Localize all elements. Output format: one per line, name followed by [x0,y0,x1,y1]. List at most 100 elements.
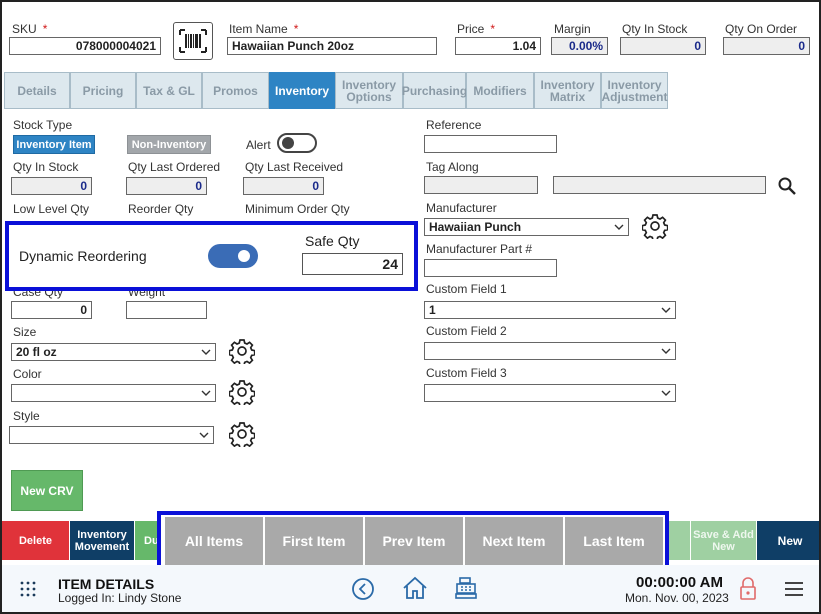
manufacturer-part-input[interactable] [424,259,557,277]
clock-time: 00:00:00 AM [636,574,723,591]
barcode-icon [179,29,207,53]
case-qty-input[interactable]: 0 [11,301,92,319]
size-label: Size [13,325,37,339]
custom-field-3-select[interactable] [424,384,676,402]
alert-toggle[interactable] [277,133,317,153]
tab-inventory[interactable]: Inventory [269,72,335,109]
sku-label: SKU * [12,22,48,36]
manufacturer-label: Manufacturer [426,201,497,215]
non-inventory-button[interactable]: Non-Inventory [127,135,211,154]
sku-input[interactable]: 078000004021 [9,37,161,55]
hamburger-menu-icon[interactable] [784,580,804,598]
low-level-qty-label: Low Level Qty [13,202,90,216]
first-item-button[interactable]: First Item [265,517,363,565]
next-item-button[interactable]: Next Item [465,517,563,565]
inventory-item-button[interactable]: Inventory Item [13,135,95,154]
safe-qty-input[interactable]: 24 [302,253,403,275]
barcode-scan-button[interactable] [173,22,213,60]
chevron-down-icon [661,390,671,396]
save-add-new-button[interactable]: Save & Add New [691,521,756,560]
tab-inventory-adjustment[interactable]: Inventory Adjustment [601,72,668,109]
dynamic-reordering-label: Dynamic Reordering [19,248,147,264]
reference-label: Reference [426,118,482,132]
qty-in-stock-value: 0 [11,177,92,195]
tab-purchasing[interactable]: Purchasing [402,72,467,109]
price-label: Price * [457,22,496,36]
dynamic-reordering-toggle[interactable] [208,244,258,268]
tab-pricing[interactable]: Pricing [70,72,136,109]
new-crv-button[interactable]: New CRV [11,470,83,511]
item-details-page: SKU * 078000004021 Item Name * Hawaiian Pu… [0,0,821,614]
price-input[interactable]: 1.04 [455,37,541,55]
manufacturer-settings-gear-icon[interactable] [642,213,668,239]
tab-modifiers[interactable]: Modifiers [466,72,534,109]
back-circle-icon[interactable] [351,577,375,601]
dynamic-reordering-toggle-knob [238,250,250,262]
reorder-qty-label: Reorder Qty [128,202,194,216]
prev-item-button[interactable]: Prev Item [365,517,463,565]
footer-title: ITEM DETAILS [58,576,155,592]
stock-type-label: Stock Type [13,118,73,132]
custom-field-2-select[interactable] [424,342,676,360]
home-icon[interactable] [402,576,428,600]
manufacturer-value: Hawaiian Punch [429,220,522,234]
tab-inventory-options[interactable]: Inventory Options [335,72,403,109]
qty-on-order-value: 0 [723,37,810,55]
tab-inventory-matrix[interactable]: Inventory Matrix [534,72,601,109]
logged-in-text: Logged In: Lindy Stone [58,591,182,605]
qty-last-ordered-value: 0 [126,177,207,195]
footer-bar: ITEM DETAILS Logged In: Lindy Stone 00:0… [2,565,819,612]
style-select[interactable] [9,426,214,444]
reference-input[interactable] [424,135,557,153]
tag-along-description-input[interactable] [553,176,766,194]
custom-field-1-select[interactable]: 1 [424,301,676,319]
custom-field-3-label: Custom Field 3 [426,366,507,380]
qty-last-received-value: 0 [243,177,324,195]
custom-field-2-label: Custom Field 2 [426,324,507,338]
size-value: 20 fl oz [16,345,57,359]
chevron-down-icon [614,224,624,230]
manufacturer-part-label: Manufacturer Part # [426,242,533,256]
style-settings-gear-icon[interactable] [229,421,255,447]
lock-icon[interactable] [739,577,757,601]
color-settings-gear-icon[interactable] [229,379,255,405]
header-qty-in-stock-value: 0 [620,37,706,55]
style-label: Style [13,409,40,423]
alert-toggle-knob [282,137,294,149]
qty-last-ordered-label: Qty Last Ordered [128,160,221,174]
size-select[interactable]: 20 fl oz [11,343,216,361]
qty-on-order-label: Qty On Order [725,22,798,36]
item-name-label: Item Name * [229,22,299,36]
tab-tax-gl[interactable]: Tax & GL [136,72,202,109]
manufacturer-select[interactable]: Hawaiian Punch [424,218,629,236]
color-select[interactable] [11,384,216,402]
search-icon[interactable] [777,176,797,196]
delete-button[interactable]: Delete [2,521,69,560]
margin-label: Margin [554,22,591,36]
cash-register-icon[interactable] [454,576,478,600]
qty-in-stock-label: Qty In Stock [13,160,79,174]
alert-label: Alert [246,138,271,152]
chevron-down-icon [201,390,211,396]
minimum-order-qty-label: Minimum Order Qty [245,202,350,216]
weight-input[interactable] [126,301,207,319]
qty-last-received-label: Qty Last Received [245,160,344,174]
custom-field-1-value: 1 [429,303,436,317]
apps-grid-icon[interactable] [20,581,36,597]
tag-along-code-input[interactable] [424,176,538,194]
clock-date: Mon. Nov. 00, 2023 [625,591,729,605]
safe-qty-label: Safe Qty [305,233,360,249]
new-button[interactable]: New [757,521,819,560]
tab-details[interactable]: Details [4,72,70,109]
all-items-button[interactable]: All Items [165,517,263,565]
item-name-input[interactable]: Hawaiian Punch 20oz [227,37,437,55]
header-qty-in-stock-label: Qty In Stock [622,22,688,36]
color-label: Color [13,367,42,381]
chevron-down-icon [661,307,671,313]
last-item-button[interactable]: Last Item [565,517,663,565]
tag-along-label: Tag Along [426,160,479,174]
size-settings-gear-icon[interactable] [229,338,255,364]
chevron-down-icon [199,432,209,438]
inventory-movement-button[interactable]: Inventory Movement [70,521,134,560]
tab-promos[interactable]: Promos [202,72,269,109]
